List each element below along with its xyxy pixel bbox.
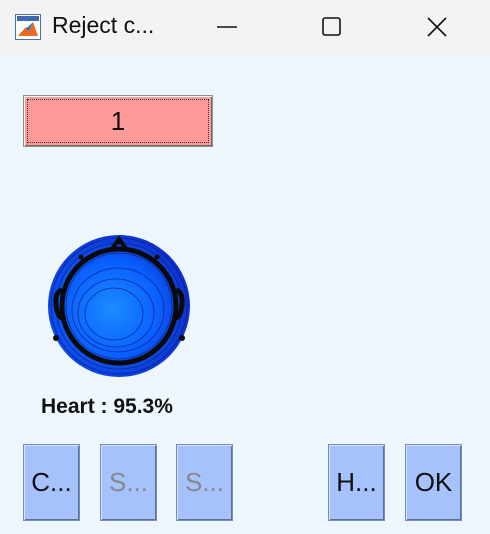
help-button-label: H... [336,467,377,497]
matlab-icon [15,14,41,40]
s-button-2[interactable]: S... [176,444,233,521]
help-button[interactable]: H... [328,444,385,521]
maximize-icon [322,17,341,36]
close-icon [427,17,447,37]
focus-outline [27,99,209,143]
s-button-2-label: S... [184,467,224,497]
c-button[interactable]: C... [23,444,80,521]
minimize-icon [217,26,237,28]
title-bar: Reject c... [0,0,490,56]
s-button-1-label: S... [108,467,148,497]
minimize-button[interactable] [196,0,256,56]
window-title: Reject c... [52,12,155,38]
s-button-1[interactable]: S... [100,444,157,521]
topoplot-label: Heart : 95.3% [41,395,173,418]
topoplot-head-map[interactable] [46,230,192,380]
ok-button-label: OK [414,467,453,497]
component-number-button[interactable]: 1 [23,95,213,147]
maximize-button[interactable] [301,0,361,56]
c-button-label: C... [31,467,72,497]
ok-button[interactable]: OK [405,444,462,521]
close-button[interactable] [406,0,466,56]
